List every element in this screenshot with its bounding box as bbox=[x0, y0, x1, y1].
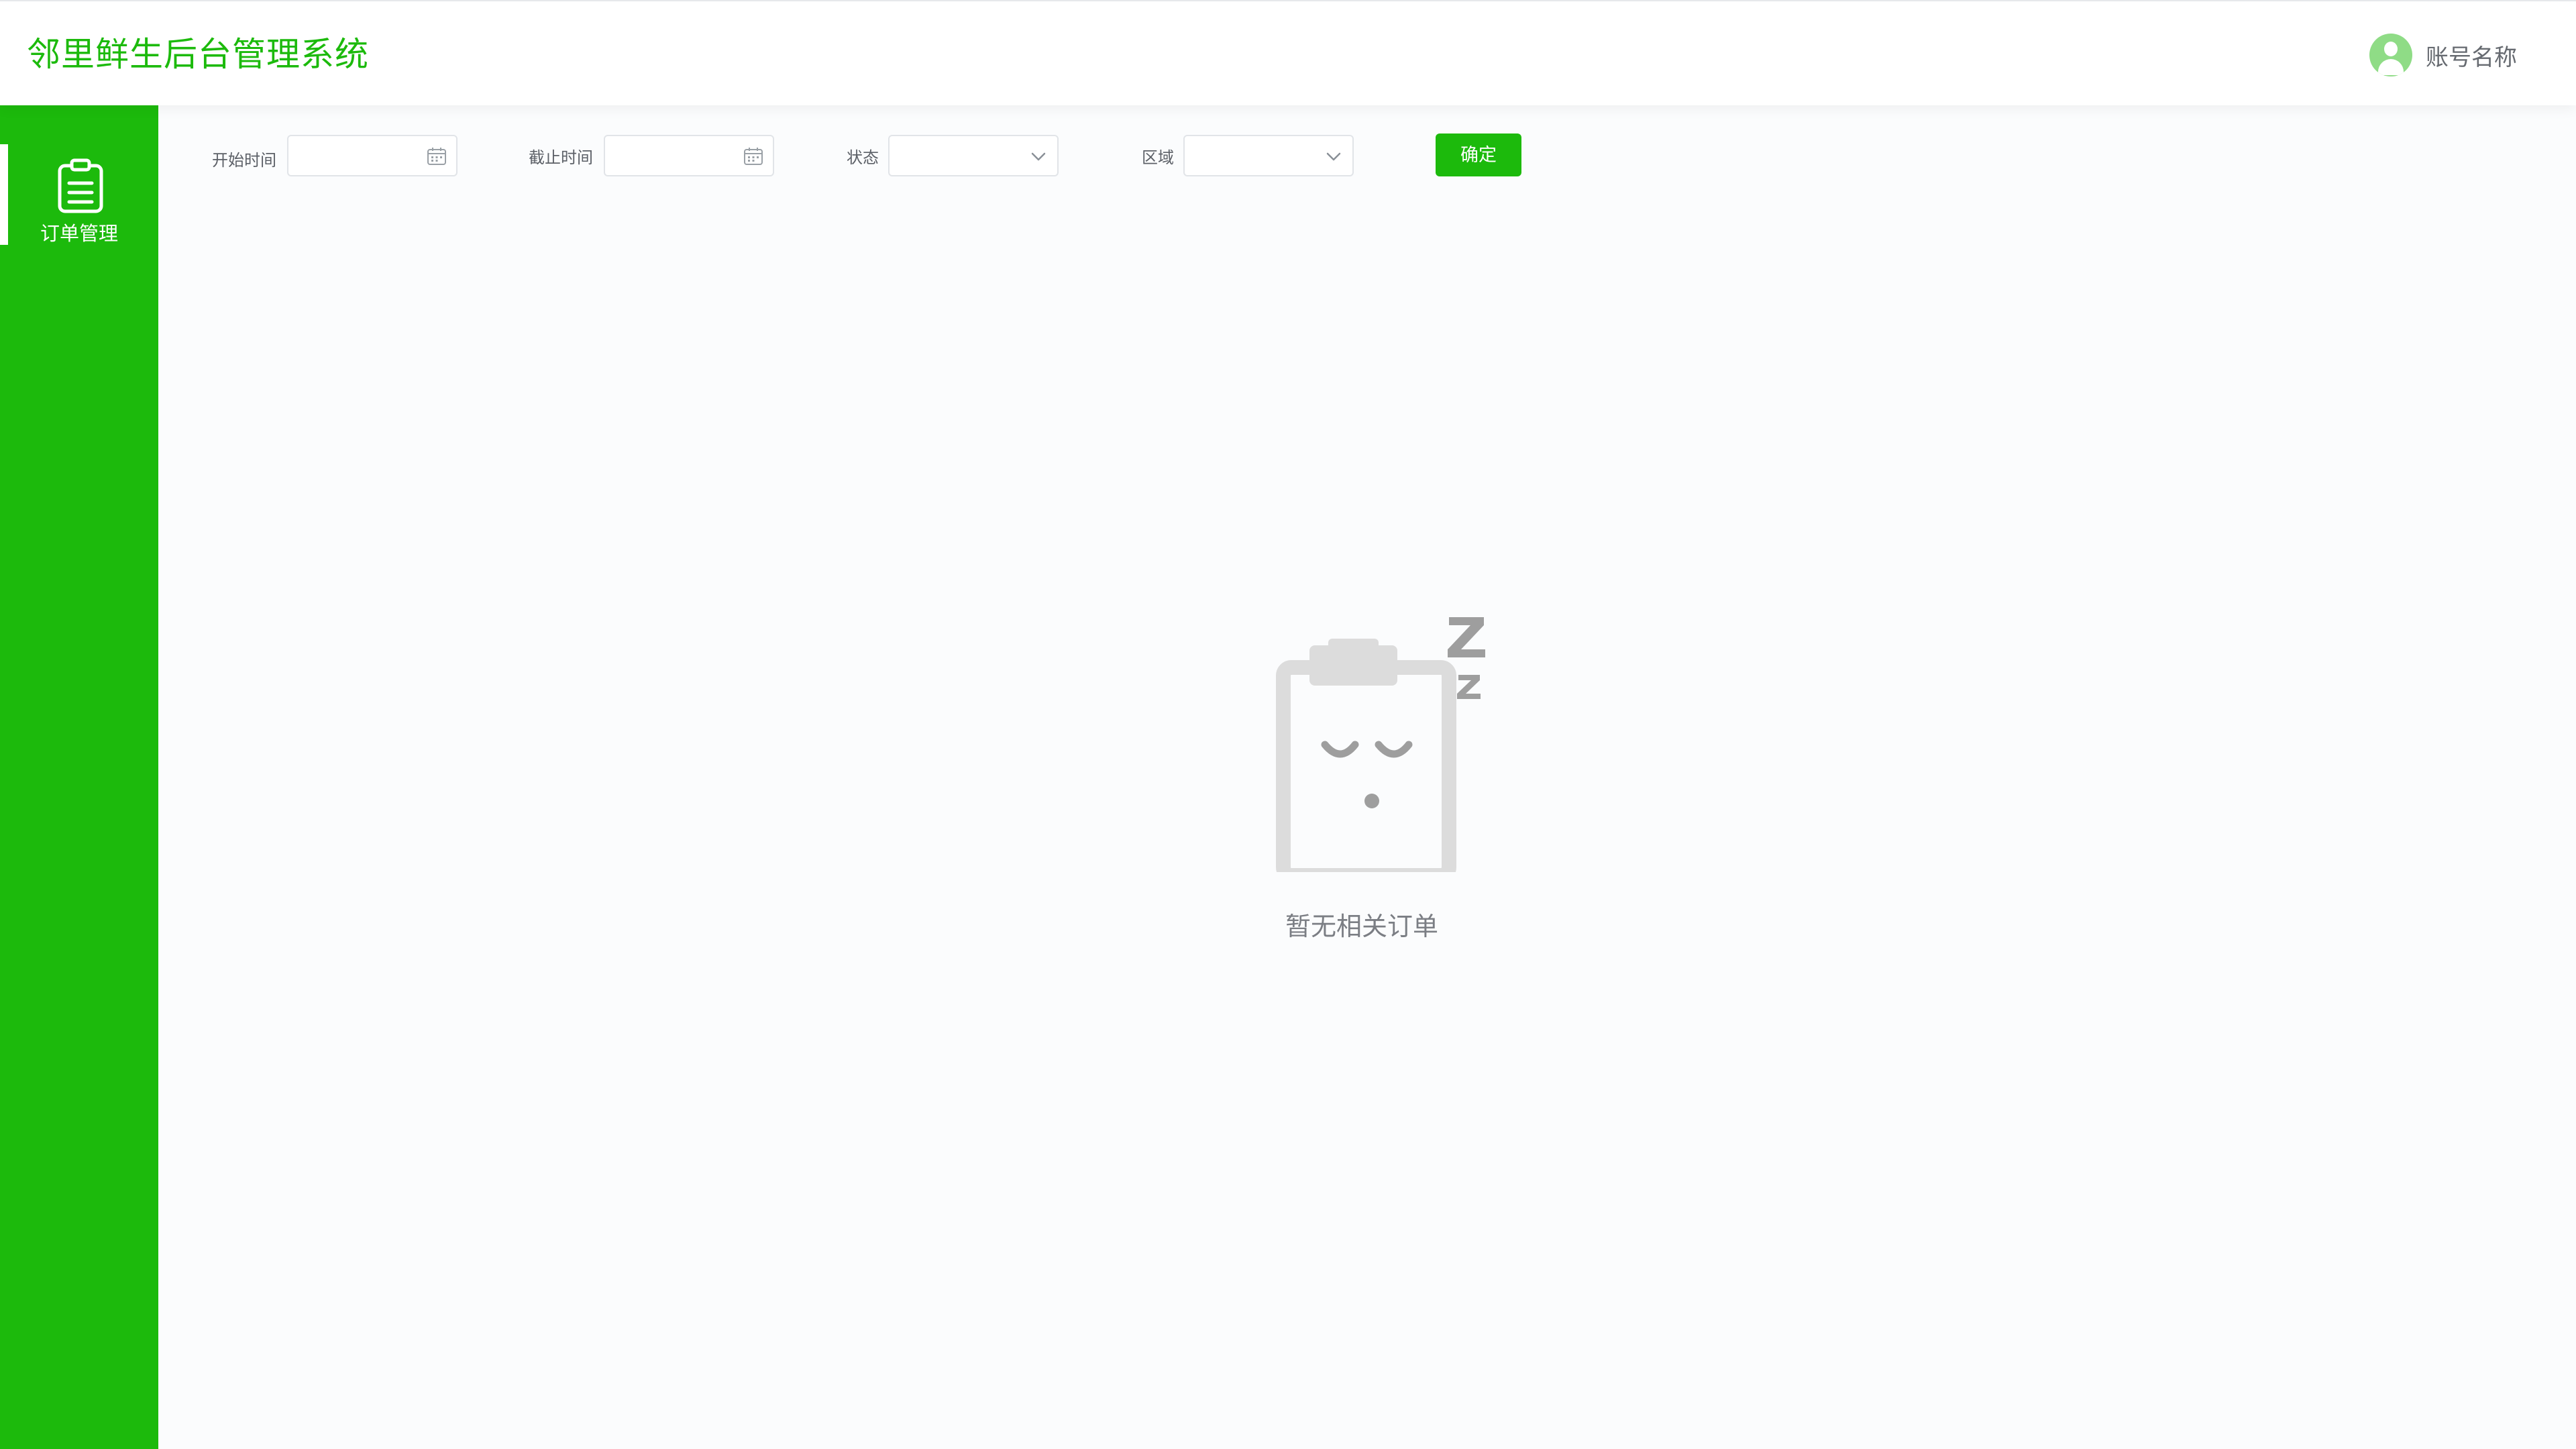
start-time-label: 开始时间 bbox=[212, 151, 276, 170]
sidebar: 订单管理 bbox=[0, 105, 158, 1449]
calendar-icon[interactable] bbox=[427, 146, 447, 166]
empty-state-text: 暂无相关订单 bbox=[1285, 912, 1438, 941]
region-select[interactable] bbox=[1183, 135, 1354, 176]
status-label: 状态 bbox=[847, 148, 879, 167]
calendar-icon[interactable] bbox=[743, 146, 763, 166]
avatar-icon[interactable] bbox=[2369, 34, 2412, 76]
status-select[interactable] bbox=[888, 135, 1059, 176]
sidebar-item-orders[interactable]: 订单管理 bbox=[0, 144, 158, 245]
filter-bar: 开始时间 截止时间 状态 区域 确定 bbox=[158, 105, 2576, 206]
confirm-button[interactable]: 确定 bbox=[1436, 133, 1521, 176]
region-label: 区域 bbox=[1142, 148, 1174, 167]
end-time-picker[interactable] bbox=[604, 135, 774, 176]
empty-state: 暂无相关订单 bbox=[1261, 604, 1489, 953]
end-time-label: 截止时间 bbox=[529, 148, 593, 167]
top-header: 邻里鲜生后台管理系统 账号名称 bbox=[0, 0, 2576, 105]
account-menu[interactable]: 账号名称 bbox=[2369, 32, 2517, 78]
account-name[interactable]: 账号名称 bbox=[2426, 39, 2517, 72]
app-title: 邻里鲜生后台管理系统 bbox=[27, 35, 369, 74]
chevron-down-icon[interactable] bbox=[1029, 148, 1048, 164]
sidebar-item-label: 订单管理 bbox=[40, 222, 118, 245]
start-time-picker[interactable] bbox=[287, 135, 458, 176]
sleeping-clipboard-icon bbox=[1276, 617, 1485, 872]
chevron-down-icon[interactable] bbox=[1324, 148, 1343, 164]
clipboard-icon bbox=[58, 158, 103, 213]
